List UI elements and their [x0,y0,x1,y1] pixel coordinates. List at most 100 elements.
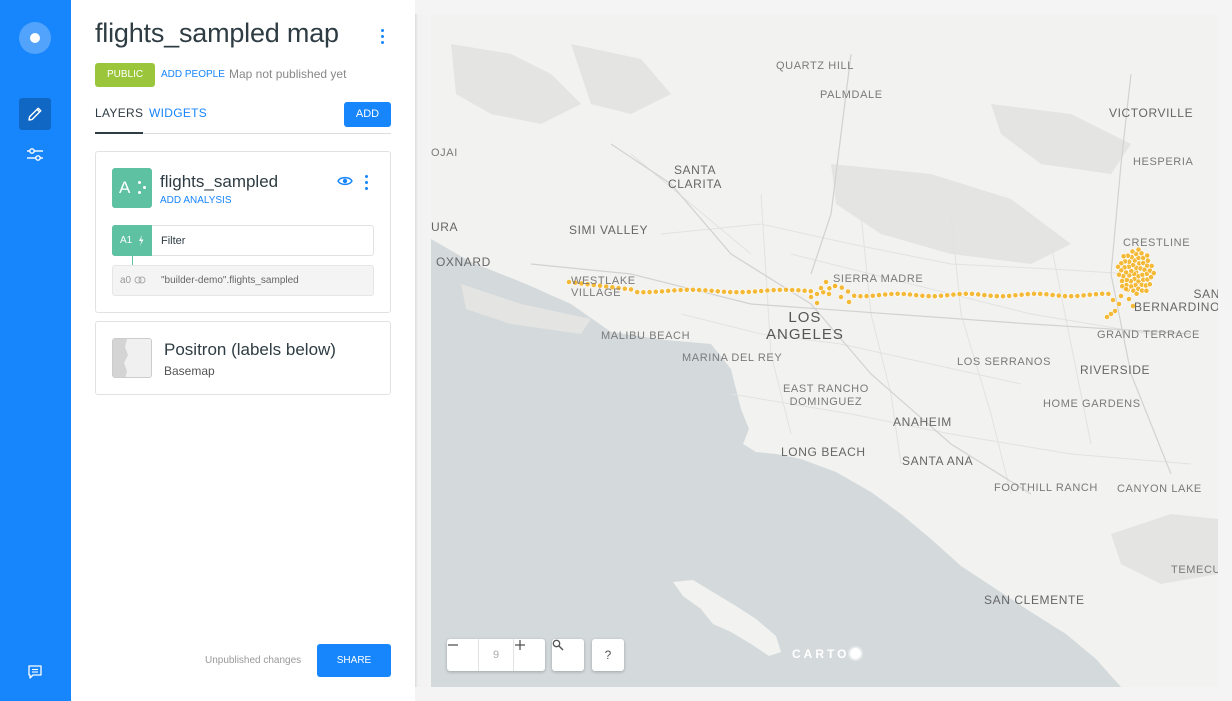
tab-layers[interactable]: LAYERS [95,106,144,134]
flight-point[interactable] [907,291,913,298]
flight-point[interactable] [640,289,647,296]
flight-point[interactable] [1074,293,1081,299]
flight-point[interactable] [795,287,802,294]
flight-point[interactable] [1024,291,1031,297]
flight-point[interactable] [783,286,789,293]
add-analysis-link[interactable]: ADD ANALYSIS [160,195,232,206]
flight-point[interactable] [1093,291,1099,298]
flight-point[interactable] [818,285,824,291]
flight-point[interactable] [807,288,814,295]
flight-point[interactable] [1080,292,1087,299]
flight-point[interactable] [1062,293,1068,299]
add-layer-button[interactable]: ADD [344,102,391,127]
flight-point[interactable] [708,287,715,294]
flight-point[interactable] [1043,291,1050,298]
flight-point[interactable] [646,289,653,295]
flight-point[interactable] [808,294,814,300]
flight-point[interactable] [1146,281,1153,288]
flight-point[interactable] [969,290,975,297]
carto-logo-icon[interactable] [19,22,51,54]
basemap-card[interactable]: Positron (labels below) Basemap [95,321,391,395]
flight-point[interactable] [1118,293,1124,299]
flight-point[interactable] [745,288,752,295]
flight-point[interactable] [851,292,858,299]
flight-point[interactable] [1055,292,1062,299]
flight-point[interactable] [776,286,783,293]
map-options-menu-icon[interactable] [374,26,390,46]
flight-point[interactable] [950,291,957,298]
eye-icon[interactable] [337,174,353,192]
flight-point[interactable] [894,290,901,297]
source-item[interactable]: a0 "builder-demo".flights_sampled [112,265,374,296]
flight-point[interactable] [733,289,740,296]
flight-point[interactable] [1119,278,1125,284]
flight-point[interactable] [1012,292,1019,299]
add-people-link[interactable]: ADD PEOPLE [161,69,225,80]
flight-point[interactable] [938,292,944,299]
flight-point[interactable] [690,286,696,293]
flight-point[interactable] [869,292,876,299]
flight-point[interactable] [823,279,829,285]
share-button[interactable]: SHARE [317,644,391,677]
flight-point[interactable] [1099,290,1106,297]
flight-point[interactable] [845,288,851,295]
layer-options-menu-icon[interactable] [358,172,374,192]
flight-point[interactable] [1006,292,1013,299]
flight-point[interactable] [814,291,820,297]
sliders-icon[interactable] [19,139,51,171]
flight-point[interactable] [987,292,994,299]
flight-point[interactable] [1037,290,1044,297]
tab-widgets[interactable]: WIDGETS [149,106,207,120]
flight-point[interactable] [721,288,727,295]
flight-point[interactable] [1104,314,1110,320]
flight-point[interactable] [1123,286,1129,292]
flight-point[interactable] [1105,290,1112,297]
flight-point[interactable] [925,293,932,299]
flight-point[interactable] [683,286,690,293]
carto-attribution[interactable]: CARTO [792,647,861,661]
flight-point[interactable] [981,292,988,298]
flight-point[interactable] [919,292,926,299]
flight-point[interactable] [1018,291,1025,298]
flight-point[interactable] [975,291,982,298]
flight-point[interactable] [789,287,796,293]
flight-point[interactable] [1049,292,1056,298]
flight-point[interactable] [659,288,665,295]
flight-point[interactable] [1110,297,1116,303]
flight-point[interactable] [758,288,765,294]
flight-point[interactable] [838,294,844,300]
flight-point[interactable] [900,291,907,297]
flight-point[interactable] [1145,257,1151,264]
flight-point[interactable] [727,289,734,295]
flight-point[interactable] [1120,253,1127,260]
map-canvas[interactable]: QUARTZ HILL PALMDALE VICTORVILLE HESPERI… [431,14,1218,687]
flight-point[interactable] [838,284,845,291]
zoom-in-button[interactable] [513,639,545,671]
flight-point[interactable] [752,288,758,295]
flight-point[interactable] [770,287,777,293]
flight-point[interactable] [1126,296,1132,302]
flight-point[interactable] [962,290,969,297]
flight-point[interactable] [826,291,832,297]
flight-point[interactable] [677,287,684,293]
pencil-icon[interactable] [19,98,51,130]
chat-icon[interactable] [19,656,51,688]
flight-point[interactable] [739,289,746,295]
map-title[interactable]: flights_sampled map [95,18,339,49]
privacy-badge[interactable]: PUBLIC [95,63,156,87]
flight-point[interactable] [652,288,659,295]
flight-point[interactable] [1129,248,1136,255]
flight-point[interactable] [1031,290,1037,297]
flight-point[interactable] [1000,293,1006,300]
flight-point[interactable] [1116,271,1122,278]
flight-point[interactable] [764,287,771,294]
flight-point[interactable] [826,285,833,292]
flight-point[interactable] [801,287,808,294]
flight-point[interactable] [956,291,963,297]
flight-point[interactable] [993,293,1000,299]
layer-name[interactable]: flights_sampled [160,172,278,192]
flight-point[interactable] [696,287,703,293]
flight-point[interactable] [882,291,889,298]
flight-point[interactable] [702,287,709,294]
flight-point[interactable] [1086,291,1093,298]
